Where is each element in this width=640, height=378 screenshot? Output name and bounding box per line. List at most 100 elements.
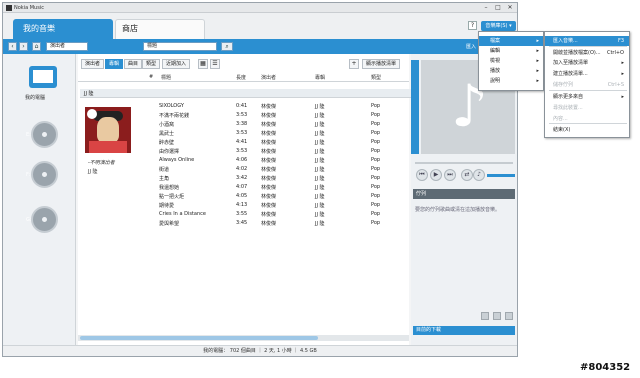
col-artist[interactable]: 演出者 xyxy=(261,74,276,81)
album-field[interactable]: 標題 xyxy=(143,42,217,51)
shuffle-icon[interactable]: ⇄ xyxy=(461,169,473,181)
menu-item[interactable]: 說明 ▸ xyxy=(479,76,543,86)
now-playing-tab[interactable] xyxy=(411,60,419,154)
back-button[interactable]: ‹ xyxy=(8,42,17,51)
track-genre: Pop xyxy=(371,211,381,217)
file-menu-item[interactable]: 結束(X) xyxy=(545,125,629,135)
track-row[interactable]: 小酒窩 3:38 林俊傑 JJ 陸 Pop xyxy=(159,121,409,129)
track-row[interactable]: 不滿不兩花錢 3:53 林俊傑 JJ 陸 Pop xyxy=(159,112,409,120)
track-row[interactable]: 點一把火炬 4:05 林俊傑 JJ 陸 Pop xyxy=(159,193,409,201)
list-view-icon[interactable]: ☰ xyxy=(210,59,220,69)
file-menu-item[interactable]: 開啟並播放檔案(O)... Ctrl+O xyxy=(545,48,629,58)
seek-bar[interactable] xyxy=(415,162,513,164)
menu-separator xyxy=(549,123,627,124)
file-menu-item[interactable]: 匯入音樂... F3 xyxy=(545,36,629,46)
track-length: 0:41 xyxy=(236,103,248,109)
forward-button[interactable]: › xyxy=(19,42,28,51)
app-window: Nokia Music – □ ✕ 我的音樂 商店 ? 音樂庫(S) ▾ ‹ ›… xyxy=(2,2,518,357)
file-menu-item[interactable]: 加入至播放清單 ▸ xyxy=(545,58,629,68)
track-row[interactable]: 愛與希望 3:45 林俊傑 JJ 陸 Pop xyxy=(159,220,409,228)
track-row[interactable]: Always Online 4:06 林俊傑 JJ 陸 Pop xyxy=(159,157,409,165)
queue-list-icon[interactable] xyxy=(481,312,489,320)
drive-disc-icon[interactable]: E: xyxy=(26,121,58,148)
downloads-bar[interactable]: 目前的下載 xyxy=(413,326,515,335)
scrollbar-thumb[interactable] xyxy=(80,336,318,340)
track-row[interactable]: 我還想她 4:07 林俊傑 JJ 陸 Pop xyxy=(159,184,409,192)
submenu-arrow-icon: ▸ xyxy=(536,78,539,84)
col-num[interactable]: # xyxy=(149,74,153,80)
view-artists-button[interactable]: 演出者 xyxy=(81,59,105,69)
track-album: JJ 陸 xyxy=(315,203,325,209)
track-row[interactable]: SIXOLOGY 0:41 林俊傑 JJ 陸 Pop xyxy=(159,103,409,111)
menu-item[interactable]: 檔案 ▸ xyxy=(479,36,543,46)
track-row[interactable]: 街道 4:02 林俊傑 JJ 陸 Pop xyxy=(159,166,409,174)
track-row[interactable]: Cries In a Distance 3:55 林俊傑 JJ 陸 Pop xyxy=(159,211,409,219)
file-menu-item[interactable]: 建立播放清單... ▸ xyxy=(545,69,629,79)
track-row[interactable]: 由你選擇 3:53 林俊傑 JJ 陸 Pop xyxy=(159,148,409,156)
queue-clear-icon[interactable] xyxy=(505,312,513,320)
queue-save-icon[interactable] xyxy=(493,312,501,320)
album-cover[interactable] xyxy=(85,107,131,153)
home-icon[interactable]: ⌂ xyxy=(32,42,41,51)
file-menu-label: 開啟並播放檔案(O)... xyxy=(553,50,601,56)
col-length[interactable]: 長度 xyxy=(236,74,246,81)
track-row[interactable]: 主角 3:42 林俊傑 JJ 陸 Pop xyxy=(159,175,409,183)
view-genres-button[interactable]: 類型 xyxy=(142,59,161,69)
next-icon[interactable]: ⏭ xyxy=(444,169,456,181)
close-button[interactable]: ✕ xyxy=(505,4,515,12)
submenu-arrow-icon: ▸ xyxy=(536,68,539,74)
previous-icon[interactable]: ⏮ xyxy=(416,169,428,181)
menu-item[interactable]: 播放 ▸ xyxy=(479,66,543,76)
library-menu: 檔案 ▸ 編輯 ▸ 檢視 ▸ 播放 ▸ 說明 ▸ xyxy=(478,31,544,91)
library-menu-button[interactable]: 音樂庫(S) ▾ xyxy=(481,21,516,31)
artist-field[interactable]: 演出者 xyxy=(46,42,88,51)
col-title[interactable]: 標題 xyxy=(161,74,171,81)
drive-disc-icon[interactable]: F: xyxy=(26,161,58,188)
my-computer-label: 我的電腦 xyxy=(25,95,46,101)
volume-slider[interactable] xyxy=(487,174,515,177)
watermark: #804352 xyxy=(580,362,631,373)
add-button[interactable]: + xyxy=(349,59,359,69)
tab-my-music[interactable]: 我的音樂 xyxy=(13,19,113,39)
track-length: 3:45 xyxy=(236,220,248,226)
file-menu-item[interactable]: 顯示更多來自 ▸ xyxy=(545,92,629,102)
track-artist: 林俊傑 xyxy=(261,104,277,110)
track-row[interactable]: 黑武士 3:53 林俊傑 JJ 陸 Pop xyxy=(159,130,409,138)
view-albums-button[interactable]: 專輯 xyxy=(105,59,124,69)
minimize-button[interactable]: – xyxy=(481,4,491,12)
play-icon[interactable]: ▶ xyxy=(430,169,442,181)
view-songs-button[interactable]: 曲目 xyxy=(124,59,143,69)
horizontal-scrollbar[interactable] xyxy=(78,335,409,341)
tab-store[interactable]: 商店 xyxy=(115,19,205,39)
track-length: 3:42 xyxy=(236,175,248,181)
track-genre: Pop xyxy=(371,166,381,172)
menu-item[interactable]: 編輯 ▸ xyxy=(479,46,543,56)
search-icon[interactable]: ⌕ xyxy=(221,42,233,51)
track-length: 3:53 xyxy=(236,112,248,118)
grid-view-icon[interactable]: ▦ xyxy=(198,59,208,69)
track-row[interactable]: 期待愛 4:13 林俊傑 JJ 陸 Pop xyxy=(159,202,409,210)
menu-item-label: 播放 xyxy=(490,68,501,74)
track-artist: 林俊傑 xyxy=(261,212,277,218)
drive-disc-icon[interactable]: G: xyxy=(26,206,58,233)
track-length: 3:53 xyxy=(236,148,248,154)
window-title: Nokia Music xyxy=(14,5,44,11)
file-menu-label: 儲存佇列 xyxy=(553,82,574,88)
menu-item[interactable]: 檢視 ▸ xyxy=(479,56,543,66)
maximize-button[interactable]: □ xyxy=(493,4,503,12)
col-genre[interactable]: 類型 xyxy=(371,74,381,81)
col-album[interactable]: 專輯 xyxy=(315,74,325,81)
track-artist: 林俊傑 xyxy=(261,167,277,173)
volume-icon[interactable]: ♪ xyxy=(473,169,485,181)
help-button[interactable]: ? xyxy=(468,21,477,30)
track-row[interactable]: 醉赤壁 4:41 林俊傑 JJ 陸 Pop xyxy=(159,139,409,147)
album-group-row[interactable]: JJ 陸 xyxy=(80,89,411,98)
track-genre: Pop xyxy=(371,220,381,226)
cover-shirt xyxy=(89,141,127,153)
show-playlist-button[interactable]: 顯示播放清單 xyxy=(362,59,401,69)
computer-icon[interactable] xyxy=(29,66,57,88)
app-icon xyxy=(6,5,12,11)
track-album: JJ 陸 xyxy=(315,140,325,146)
menu-item-label: 檔案 xyxy=(490,38,501,44)
view-recent-button[interactable]: 近期加入 xyxy=(162,59,191,69)
